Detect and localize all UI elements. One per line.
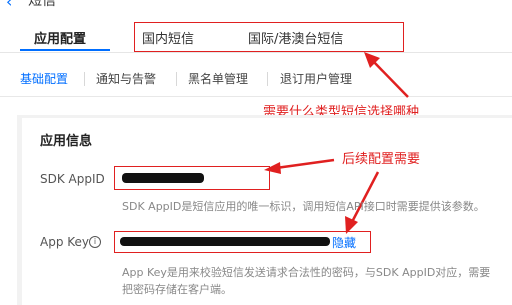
app-key-label: App Key bbox=[40, 235, 90, 249]
app-key-hide-link[interactable]: 隐藏 bbox=[332, 234, 356, 251]
app-key-value-redacted bbox=[120, 237, 330, 246]
info-icon[interactable]: i bbox=[89, 236, 101, 248]
sdk-appid-value-redacted bbox=[122, 173, 204, 183]
sdk-appid-label: SDK AppID bbox=[40, 172, 105, 186]
sdk-appid-description: SDK AppID是短信应用的唯一标识，调用短信API接口时需要提供该参数。 bbox=[122, 200, 485, 213]
app-key-description-line2: 把密码存储在客户端。 bbox=[122, 283, 232, 296]
app-key-description-line1: App Key是用来校验短信发送请求合法性的密码，与SDK AppID对应，需要 bbox=[122, 266, 491, 279]
